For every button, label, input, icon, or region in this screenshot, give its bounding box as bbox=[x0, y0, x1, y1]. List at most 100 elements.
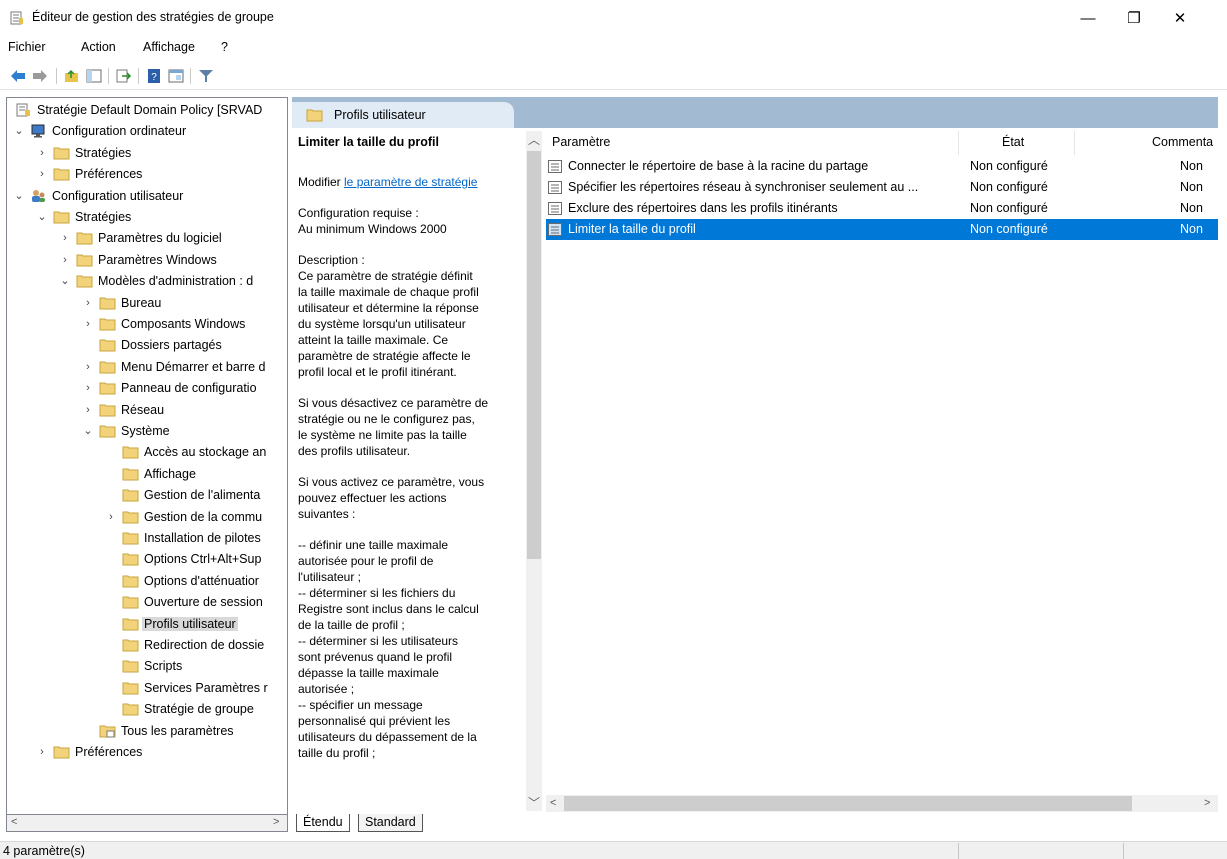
tree-item[interactable]: ⌄ Configuration ordinateur bbox=[7, 121, 287, 142]
show-hide-tree-button[interactable] bbox=[84, 66, 104, 86]
tree-item[interactable]: ⌄ Stratégies bbox=[7, 207, 287, 228]
scroll-left-icon[interactable]: < bbox=[550, 797, 556, 809]
maximize-button[interactable]: ❐ bbox=[1111, 0, 1157, 36]
properties-icon bbox=[168, 69, 184, 83]
tree-item[interactable]: Options d'atténuatior bbox=[7, 571, 287, 592]
chevron-right-icon[interactable]: › bbox=[82, 360, 94, 374]
column-header-comment[interactable]: Commenta bbox=[1152, 135, 1213, 149]
computer-icon bbox=[31, 124, 45, 138]
chevron-right-icon[interactable]: › bbox=[59, 253, 71, 267]
tree-item-label: Préférences bbox=[75, 167, 143, 182]
tree-item[interactable]: › Paramètres du logiciel bbox=[7, 228, 287, 249]
tree-item-label: Stratégie Default Domain Policy [SRVAD bbox=[37, 103, 263, 117]
tree-item-label: Stratégies bbox=[75, 145, 132, 160]
scroll-down-icon[interactable]: ﹀ bbox=[527, 794, 541, 811]
chevron-right-icon[interactable]: › bbox=[82, 296, 94, 310]
properties-button[interactable] bbox=[166, 66, 186, 86]
tree-item[interactable]: › Composants Windows bbox=[7, 314, 287, 335]
close-button[interactable]: ✕ bbox=[1157, 0, 1203, 36]
minimize-button[interactable]: — bbox=[1065, 0, 1111, 36]
tab-standard[interactable]: Standard bbox=[358, 814, 423, 832]
list-horizontal-scrollbar[interactable]: < > bbox=[546, 795, 1218, 812]
tree-item[interactable]: › Réseau bbox=[7, 400, 287, 421]
filter-button[interactable] bbox=[196, 66, 216, 86]
chevron-right-icon[interactable]: › bbox=[82, 317, 94, 331]
table-row[interactable]: Exclure des répertoires dans les profils… bbox=[546, 198, 1218, 219]
chevron-right-icon[interactable]: › bbox=[59, 231, 71, 245]
chevron-right-icon[interactable]: › bbox=[36, 745, 48, 759]
tree-item[interactable]: Scripts bbox=[7, 656, 287, 677]
chevron-right-icon[interactable]: › bbox=[82, 403, 94, 417]
help-button[interactable]: ? bbox=[144, 66, 164, 86]
tree-item-label: Gestion de la commu bbox=[144, 509, 263, 524]
tree-item[interactable]: ⌄ Modèles d'administration : d bbox=[7, 271, 287, 292]
folder-icon bbox=[122, 553, 139, 566]
tree-item[interactable]: ⌄ Configuration utilisateur bbox=[7, 186, 287, 207]
scroll-left-icon[interactable]: < bbox=[11, 816, 17, 828]
chevron-right-icon[interactable]: › bbox=[82, 381, 94, 395]
tree-item-label: Dossiers partagés bbox=[121, 338, 222, 353]
back-button[interactable] bbox=[8, 66, 28, 86]
folder-icon bbox=[53, 168, 70, 181]
folder-icon bbox=[99, 318, 116, 331]
menu-help[interactable]: ? bbox=[221, 40, 228, 54]
forward-arrow-icon bbox=[33, 70, 47, 82]
menu-affichage[interactable]: Affichage bbox=[143, 40, 195, 54]
chevron-down-icon[interactable]: ⌄ bbox=[59, 274, 71, 288]
tree-item[interactable]: Profils utilisateur bbox=[7, 614, 287, 635]
tree-item[interactable]: › Paramètres Windows bbox=[7, 250, 287, 271]
tree-item[interactable]: Services Paramètres r bbox=[7, 678, 287, 699]
description-scroll-thumb[interactable] bbox=[527, 151, 541, 559]
edit-policy-link[interactable]: le paramètre de stratégie bbox=[344, 175, 477, 189]
tree-item[interactable]: › Préférences bbox=[7, 164, 287, 185]
tree-item[interactable]: Tous les paramètres bbox=[7, 721, 287, 742]
list-scroll-thumb[interactable] bbox=[564, 796, 1132, 811]
tree-horizontal-scrollbar[interactable]: < > bbox=[6, 815, 288, 832]
chevron-right-icon[interactable]: › bbox=[36, 146, 48, 160]
scroll-right-icon[interactable]: > bbox=[1204, 797, 1210, 809]
tree-item[interactable]: › Bureau bbox=[7, 293, 287, 314]
tree-item[interactable]: Ouverture de session bbox=[7, 592, 287, 613]
menu-action[interactable]: Action bbox=[81, 40, 116, 54]
tree-item[interactable]: Redirection de dossie bbox=[7, 635, 287, 656]
tree-item[interactable]: ⌄ Système bbox=[7, 421, 287, 442]
tree-item[interactable]: Dossiers partagés bbox=[7, 335, 287, 356]
chevron-down-icon[interactable]: ⌄ bbox=[13, 189, 25, 203]
scroll-right-icon[interactable]: > bbox=[273, 816, 279, 828]
table-row[interactable]: Limiter la taille du profil Non configuré… bbox=[546, 219, 1218, 240]
tree-item[interactable]: Affichage bbox=[7, 464, 287, 485]
tree-item[interactable]: Installation de pilotes bbox=[7, 528, 287, 549]
chevron-down-icon[interactable]: ⌄ bbox=[82, 424, 94, 438]
column-header-state[interactable]: État bbox=[1002, 135, 1024, 149]
title-bar: Éditeur de gestion des stratégies de gro… bbox=[0, 0, 1227, 36]
setting-name: Limiter la taille du profil bbox=[568, 222, 696, 236]
export-list-button[interactable] bbox=[114, 66, 134, 86]
chevron-right-icon[interactable]: › bbox=[36, 167, 48, 181]
tree-item[interactable]: Options Ctrl+Alt+Sup bbox=[7, 549, 287, 570]
tree-item[interactable]: › Menu Démarrer et barre d bbox=[7, 357, 287, 378]
description-scrollbar[interactable]: ︿ ﹀ bbox=[526, 131, 542, 811]
chevron-right-icon[interactable]: › bbox=[105, 510, 117, 524]
tree-item[interactable]: › Préférences bbox=[7, 742, 287, 763]
tree-item[interactable]: › Panneau de configuratio bbox=[7, 378, 287, 399]
tree-item[interactable]: Gestion de l'alimenta bbox=[7, 485, 287, 506]
table-row[interactable]: Spécifier les répertoires réseau à synch… bbox=[546, 177, 1218, 198]
toolbar: ? bbox=[0, 62, 1227, 90]
tree-item[interactable]: Stratégie Default Domain Policy [SRVAD bbox=[7, 100, 287, 121]
forward-button[interactable] bbox=[30, 66, 50, 86]
tree-item[interactable]: › Gestion de la commu bbox=[7, 507, 287, 528]
setting-comment: Non bbox=[1180, 180, 1203, 194]
menu-fichier[interactable]: Fichier bbox=[8, 40, 46, 54]
table-row[interactable]: Connecter le répertoire de base à la rac… bbox=[546, 156, 1218, 177]
chevron-down-icon[interactable]: ⌄ bbox=[13, 124, 25, 138]
chevron-down-icon[interactable]: ⌄ bbox=[36, 210, 48, 224]
scroll-up-icon[interactable]: ︿ bbox=[527, 131, 541, 148]
tree-item[interactable]: Accès au stockage an bbox=[7, 442, 287, 463]
folder-icon bbox=[122, 446, 139, 459]
column-header-setting[interactable]: Paramètre bbox=[552, 135, 610, 149]
tab-extended[interactable]: Étendu bbox=[296, 814, 350, 832]
tree-item[interactable]: Stratégie de groupe bbox=[7, 699, 287, 720]
tree-item[interactable]: › Stratégies bbox=[7, 143, 287, 164]
console-tree[interactable]: Stratégie Default Domain Policy [SRVAD ⌄ C… bbox=[6, 97, 288, 815]
up-folder-button[interactable] bbox=[62, 66, 82, 86]
